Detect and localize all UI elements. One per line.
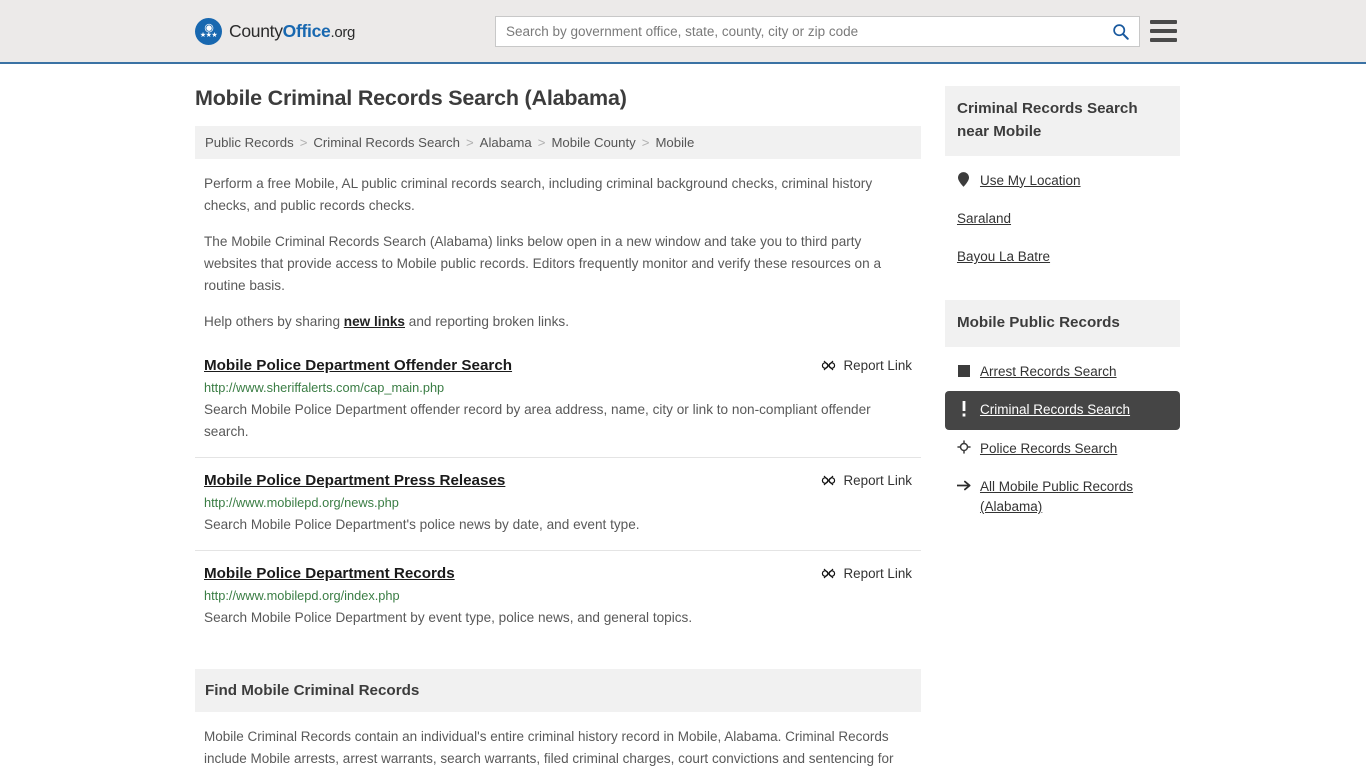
hamburger-bar — [1150, 38, 1177, 42]
listing-item: Mobile Police Department Press Releases … — [195, 472, 921, 552]
report-link-label: Report Link — [843, 358, 912, 374]
search-input[interactable] — [496, 16, 1101, 46]
report-link-label: Report Link — [843, 473, 912, 489]
hamburger-menu-icon[interactable] — [1150, 20, 1177, 42]
sidebar-nearby-heading: Criminal Records Search near Mobile — [944, 86, 1180, 156]
logo-text-part1: County — [229, 20, 283, 41]
find-records-heading: Find Mobile Criminal Records — [195, 669, 921, 713]
sidebar-item-all-public-records[interactable]: All Mobile Public Records (Alabama) — [945, 468, 1180, 527]
sidebar-item-label: All Mobile Public Records (Alabama) — [979, 478, 1134, 515]
listing-results: Mobile Police Department Offender Search… — [195, 357, 921, 643]
sidebar-item-label: Use My Location — [979, 172, 1081, 188]
listing-item: Mobile Police Department Records Report … — [195, 565, 921, 643]
eagle-emblem-icon: ◉ ★★★ — [195, 17, 222, 45]
report-link-button[interactable]: Report Link — [821, 565, 912, 581]
find-records-section: Find Mobile Criminal Records Mobile Crim… — [195, 669, 921, 768]
sidebar: Criminal Records Search near Mobile Use … — [944, 86, 1180, 768]
new-links-link[interactable]: new links — [344, 314, 405, 329]
breadcrumb: Public Records > Criminal Records Search… — [195, 126, 921, 159]
listing-url: http://www.mobilepd.org/index.php — [204, 588, 400, 604]
sidebar-nearby-list: Use My Location Saraland Bayou La Batre — [945, 156, 1180, 277]
sidebar-item-criminal-records-search[interactable]: Criminal Records Search — [944, 391, 1180, 430]
sidebar-item-label: Saraland — [956, 210, 1012, 226]
search-button[interactable] — [1101, 17, 1139, 46]
logo-text-part2: Office — [282, 20, 331, 41]
report-link-label: Report Link — [843, 566, 912, 582]
sidebar-public-records-list: Arrest Records Search Criminal Records S… — [944, 347, 1180, 527]
breadcrumb-separator: > — [299, 135, 308, 150]
listing-description: Search Mobile Police Department by event… — [204, 610, 693, 626]
breadcrumb-separator: > — [641, 135, 650, 150]
listing-header: Mobile Police Department Press Releases … — [204, 472, 912, 489]
sidebar-item-use-my-location[interactable]: Use My Location — [945, 162, 1180, 200]
listing-description: Search Mobile Police Department's police… — [204, 517, 640, 533]
intro-paragraph-help: Help others by sharing new links and rep… — [195, 311, 921, 333]
breadcrumb-item-mobile[interactable]: Mobile — [655, 135, 694, 150]
listing-header: Mobile Police Department Offender Search… — [204, 357, 912, 374]
page-body: Mobile Criminal Records Search (Alabama)… — [0, 64, 1366, 768]
listing-title-link[interactable]: Mobile Police Department Records — [204, 565, 455, 582]
arrow-right-icon — [956, 477, 971, 494]
broken-link-icon — [821, 568, 835, 579]
listing-title-link[interactable]: Mobile Police Department Press Releases — [204, 472, 505, 489]
find-records-body: Mobile Criminal Records contain an indiv… — [204, 729, 894, 767]
listing-url: http://www.sheriffalerts.com/cap_main.ph… — [204, 380, 445, 396]
sidebar-item-police-records-search[interactable]: Police Records Search — [945, 430, 1180, 468]
logo-text-part3: .org — [330, 23, 356, 41]
listing-title-link[interactable]: Mobile Police Department Offender Search — [204, 357, 512, 374]
listing-item: Mobile Police Department Offender Search… — [195, 357, 921, 459]
breadcrumb-item-alabama[interactable]: Alabama — [480, 135, 532, 150]
sidebar-item-label: Bayou La Batre — [956, 249, 1051, 265]
report-link-button[interactable]: Report Link — [821, 357, 912, 373]
help-prefix: Help others by sharing — [204, 314, 344, 330]
listing-description: Search Mobile Police Department offender… — [204, 402, 871, 440]
sidebar-item-label: Criminal Records Search — [979, 402, 1131, 418]
exclamation-icon — [957, 400, 971, 417]
intro-paragraph-1: Perform a free Mobile, AL public crimina… — [204, 176, 873, 214]
breadcrumb-separator: > — [537, 135, 546, 150]
hamburger-bar — [1150, 20, 1177, 24]
listing-header: Mobile Police Department Records Report … — [204, 565, 912, 582]
site-logo[interactable]: ◉ ★★★ CountyOffice.org — [195, 17, 355, 45]
report-link-button[interactable]: Report Link — [821, 472, 912, 488]
intro-paragraph-2: The Mobile Criminal Records Search (Alab… — [204, 234, 881, 294]
site-header: ◉ ★★★ CountyOffice.org — [0, 0, 1366, 64]
sidebar-item-arrest-records-search[interactable]: Arrest Records Search — [945, 353, 1180, 391]
sidebar-item-saraland[interactable]: Saraland — [945, 200, 1180, 238]
search-icon — [1112, 23, 1129, 40]
sidebar-card-public-records: Mobile Public Records Arrest Records Sea… — [944, 300, 1180, 527]
breadcrumb-separator: > — [465, 135, 474, 150]
sidebar-item-label: Police Records Search — [979, 440, 1118, 456]
map-pin-icon — [957, 171, 971, 188]
breadcrumb-item-criminal-records-search[interactable]: Criminal Records Search — [313, 135, 460, 150]
broken-link-icon — [821, 360, 835, 371]
crosshair-icon — [957, 439, 971, 456]
breadcrumb-item-mobile-county[interactable]: Mobile County — [551, 135, 635, 150]
filled-square-icon — [957, 362, 971, 379]
logo-text: CountyOffice.org — [229, 21, 355, 42]
hamburger-bar — [1150, 29, 1177, 33]
sidebar-item-label: Arrest Records Search — [979, 364, 1117, 380]
page-title: Mobile Criminal Records Search (Alabama) — [195, 86, 627, 110]
help-suffix: and reporting broken links. — [405, 314, 569, 330]
breadcrumb-item-public-records[interactable]: Public Records — [205, 135, 294, 150]
listing-url: http://www.mobilepd.org/news.php — [204, 495, 399, 511]
intro-text: Perform a free Mobile, AL public crimina… — [195, 173, 921, 333]
broken-link-icon — [821, 475, 835, 486]
main-content: Mobile Criminal Records Search (Alabama)… — [195, 86, 921, 768]
sidebar-item-bayou-la-batre[interactable]: Bayou La Batre — [945, 238, 1180, 276]
sidebar-card-nearby: Criminal Records Search near Mobile Use … — [944, 86, 1180, 277]
search-bar[interactable] — [495, 15, 1140, 47]
sidebar-public-records-heading: Mobile Public Records — [944, 300, 1180, 348]
